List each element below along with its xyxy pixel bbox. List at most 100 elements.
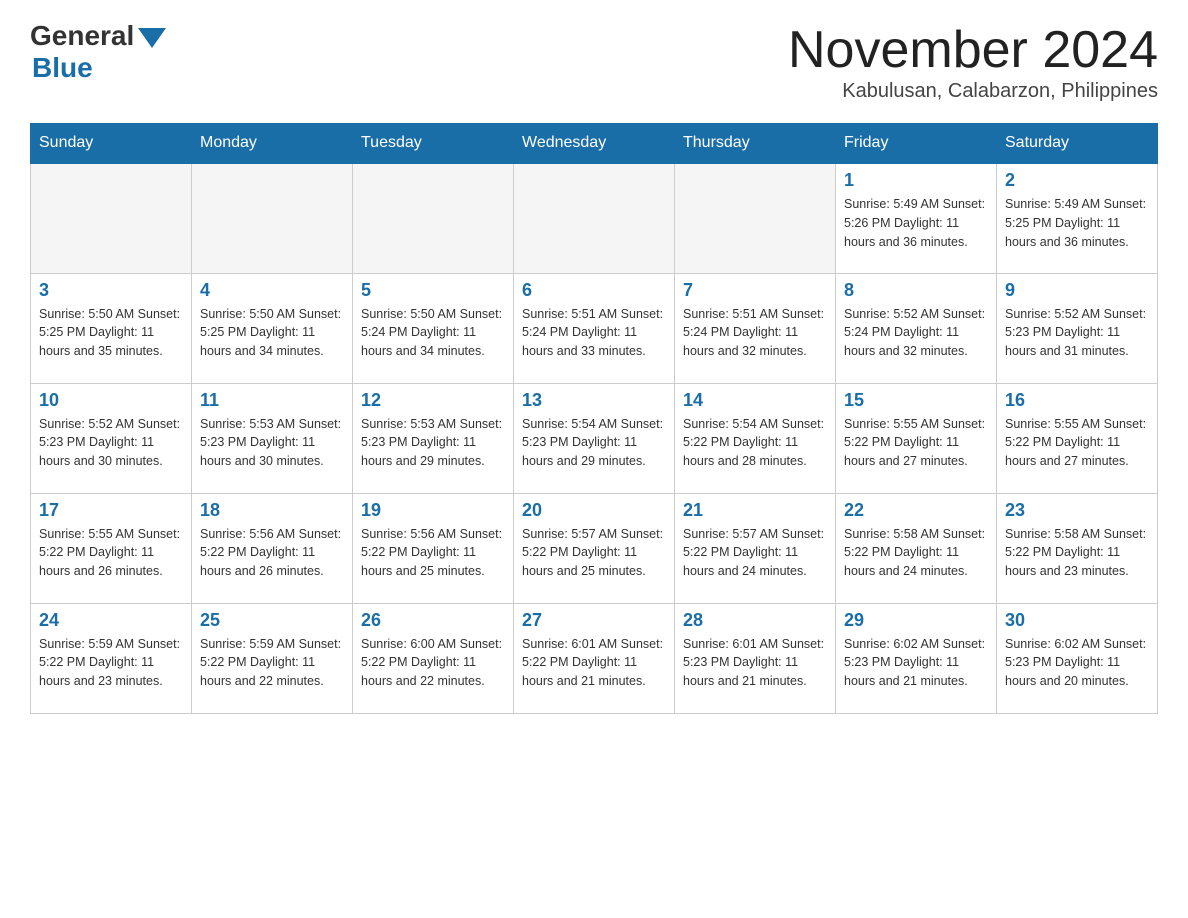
- day-info: Sunrise: 5:50 AM Sunset: 5:25 PM Dayligh…: [39, 305, 183, 361]
- day-info: Sunrise: 5:53 AM Sunset: 5:23 PM Dayligh…: [200, 415, 344, 471]
- weekday-header-row: SundayMondayTuesdayWednesdayThursdayFrid…: [31, 124, 1158, 164]
- calendar-cell: 8Sunrise: 5:52 AM Sunset: 5:24 PM Daylig…: [836, 273, 997, 383]
- day-number: 12: [361, 390, 505, 411]
- calendar-week-4: 17 Sunrise: 5:55 AM Sunset: 5:22 PM Dayli…: [31, 493, 1158, 603]
- day-number: 18: [200, 500, 344, 521]
- day-number: 1: [844, 170, 988, 191]
- day-number: 8: [844, 280, 988, 301]
- day-info: Sunrise: 5:54 AM Sunset: 5:23 PM Dayligh…: [522, 415, 666, 471]
- calendar-cell: [192, 163, 353, 273]
- calendar-week-5: 24 Sunrise: 5:59 AM Sunset: 5:22 PM Dayli…: [31, 603, 1158, 713]
- calendar-cell: 24 Sunrise: 5:59 AM Sunset: 5:22 PM Dayli…: [31, 603, 192, 713]
- logo-general-text: General: [30, 20, 134, 52]
- weekday-header-monday: Monday: [192, 124, 353, 164]
- day-info: Sunrise: 5:58 AM Sunset: 5:22 PM Dayligh…: [1005, 525, 1149, 581]
- calendar-cell: 16 Sunrise: 5:55 AM Sunset: 5:22 PM Dayli…: [997, 383, 1158, 493]
- day-number: 10: [39, 390, 183, 411]
- day-number: 2: [1005, 170, 1149, 191]
- day-info: Sunrise: 5:53 AM Sunset: 5:23 PM Dayligh…: [361, 415, 505, 471]
- day-number: 23: [1005, 500, 1149, 521]
- calendar-cell: 5 Sunrise: 5:50 AM Sunset: 5:24 PM Daylig…: [353, 273, 514, 383]
- day-number: 27: [522, 610, 666, 631]
- day-info: Sunrise: 5:49 AM Sunset: 5:26 PM Dayligh…: [844, 195, 988, 251]
- weekday-header-tuesday: Tuesday: [353, 124, 514, 164]
- day-number: 3: [39, 280, 183, 301]
- calendar-cell: [353, 163, 514, 273]
- calendar-cell: 12 Sunrise: 5:53 AM Sunset: 5:23 PM Dayli…: [353, 383, 514, 493]
- day-info: Sunrise: 5:59 AM Sunset: 5:22 PM Dayligh…: [39, 635, 183, 691]
- day-info: Sunrise: 5:56 AM Sunset: 5:22 PM Dayligh…: [200, 525, 344, 581]
- day-number: 29: [844, 610, 988, 631]
- day-number: 13: [522, 390, 666, 411]
- calendar-cell: [675, 163, 836, 273]
- day-number: 28: [683, 610, 827, 631]
- calendar-cell: [31, 163, 192, 273]
- day-number: 30: [1005, 610, 1149, 631]
- day-number: 14: [683, 390, 827, 411]
- calendar-cell: 29Sunrise: 6:02 AM Sunset: 5:23 PM Dayli…: [836, 603, 997, 713]
- day-info: Sunrise: 5:49 AM Sunset: 5:25 PM Dayligh…: [1005, 195, 1149, 251]
- day-number: 4: [200, 280, 344, 301]
- location-text: Kabulusan, Calabarzon, Philippines: [788, 80, 1158, 103]
- day-info: Sunrise: 6:00 AM Sunset: 5:22 PM Dayligh…: [361, 635, 505, 691]
- day-number: 15: [844, 390, 988, 411]
- calendar-cell: 4 Sunrise: 5:50 AM Sunset: 5:25 PM Daylig…: [192, 273, 353, 383]
- day-number: 11: [200, 390, 344, 411]
- day-number: 22: [844, 500, 988, 521]
- day-number: 6: [522, 280, 666, 301]
- weekday-header-thursday: Thursday: [675, 124, 836, 164]
- calendar-cell: 17 Sunrise: 5:55 AM Sunset: 5:22 PM Dayli…: [31, 493, 192, 603]
- calendar-cell: 3 Sunrise: 5:50 AM Sunset: 5:25 PM Daylig…: [31, 273, 192, 383]
- weekday-header-wednesday: Wednesday: [514, 124, 675, 164]
- logo-triangle-icon: [138, 28, 166, 48]
- day-number: 16: [1005, 390, 1149, 411]
- calendar-cell: 20 Sunrise: 5:57 AM Sunset: 5:22 PM Dayli…: [514, 493, 675, 603]
- calendar-week-2: 3 Sunrise: 5:50 AM Sunset: 5:25 PM Daylig…: [31, 273, 1158, 383]
- day-info: Sunrise: 5:59 AM Sunset: 5:22 PM Dayligh…: [200, 635, 344, 691]
- day-info: Sunrise: 5:52 AM Sunset: 5:23 PM Dayligh…: [39, 415, 183, 471]
- day-info: Sunrise: 5:55 AM Sunset: 5:22 PM Dayligh…: [844, 415, 988, 471]
- day-info: Sunrise: 5:50 AM Sunset: 5:25 PM Dayligh…: [200, 305, 344, 361]
- day-info: Sunrise: 5:57 AM Sunset: 5:22 PM Dayligh…: [683, 525, 827, 581]
- day-info: Sunrise: 6:01 AM Sunset: 5:22 PM Dayligh…: [522, 635, 666, 691]
- day-number: 5: [361, 280, 505, 301]
- day-info: Sunrise: 5:51 AM Sunset: 5:24 PM Dayligh…: [522, 305, 666, 361]
- day-info: Sunrise: 6:01 AM Sunset: 5:23 PM Dayligh…: [683, 635, 827, 691]
- calendar-cell: 10 Sunrise: 5:52 AM Sunset: 5:23 PM Dayli…: [31, 383, 192, 493]
- day-info: Sunrise: 5:51 AM Sunset: 5:24 PM Dayligh…: [683, 305, 827, 361]
- day-number: 24: [39, 610, 183, 631]
- day-number: 21: [683, 500, 827, 521]
- day-info: Sunrise: 5:54 AM Sunset: 5:22 PM Dayligh…: [683, 415, 827, 471]
- calendar-cell: 14 Sunrise: 5:54 AM Sunset: 5:22 PM Dayli…: [675, 383, 836, 493]
- title-area: November 2024 Kabulusan, Calabarzon, Phi…: [788, 20, 1158, 103]
- logo: General Blue: [30, 20, 166, 84]
- day-info: Sunrise: 5:50 AM Sunset: 5:24 PM Dayligh…: [361, 305, 505, 361]
- day-info: Sunrise: 5:56 AM Sunset: 5:22 PM Dayligh…: [361, 525, 505, 581]
- day-info: Sunrise: 5:55 AM Sunset: 5:22 PM Dayligh…: [39, 525, 183, 581]
- calendar-week-3: 10 Sunrise: 5:52 AM Sunset: 5:23 PM Dayli…: [31, 383, 1158, 493]
- calendar-cell: 26 Sunrise: 6:00 AM Sunset: 5:22 PM Dayli…: [353, 603, 514, 713]
- weekday-header-friday: Friday: [836, 124, 997, 164]
- calendar-week-1: 1 Sunrise: 5:49 AM Sunset: 5:26 PM Daylig…: [31, 163, 1158, 273]
- day-number: 17: [39, 500, 183, 521]
- month-year-title: November 2024: [788, 20, 1158, 80]
- calendar-cell: 25Sunrise: 5:59 AM Sunset: 5:22 PM Dayli…: [192, 603, 353, 713]
- calendar-cell: 9Sunrise: 5:52 AM Sunset: 5:23 PM Daylig…: [997, 273, 1158, 383]
- calendar-cell: 21 Sunrise: 5:57 AM Sunset: 5:22 PM Dayli…: [675, 493, 836, 603]
- logo-blue-text: Blue: [32, 52, 93, 84]
- calendar-cell: 19Sunrise: 5:56 AM Sunset: 5:22 PM Dayli…: [353, 493, 514, 603]
- day-info: Sunrise: 5:57 AM Sunset: 5:22 PM Dayligh…: [522, 525, 666, 581]
- calendar-cell: 18 Sunrise: 5:56 AM Sunset: 5:22 PM Dayli…: [192, 493, 353, 603]
- calendar-cell: 2 Sunrise: 5:49 AM Sunset: 5:25 PM Daylig…: [997, 163, 1158, 273]
- calendar-table: SundayMondayTuesdayWednesdayThursdayFrid…: [30, 123, 1158, 714]
- calendar-cell: 28 Sunrise: 6:01 AM Sunset: 5:23 PM Dayli…: [675, 603, 836, 713]
- calendar-cell: 7Sunrise: 5:51 AM Sunset: 5:24 PM Daylig…: [675, 273, 836, 383]
- calendar-cell: 11 Sunrise: 5:53 AM Sunset: 5:23 PM Dayli…: [192, 383, 353, 493]
- day-info: Sunrise: 5:55 AM Sunset: 5:22 PM Dayligh…: [1005, 415, 1149, 471]
- calendar-cell: 15 Sunrise: 5:55 AM Sunset: 5:22 PM Dayli…: [836, 383, 997, 493]
- header: General Blue November 2024 Kabulusan, Ca…: [30, 20, 1158, 103]
- day-number: 20: [522, 500, 666, 521]
- day-number: 26: [361, 610, 505, 631]
- day-info: Sunrise: 5:58 AM Sunset: 5:22 PM Dayligh…: [844, 525, 988, 581]
- calendar-cell: 6 Sunrise: 5:51 AM Sunset: 5:24 PM Daylig…: [514, 273, 675, 383]
